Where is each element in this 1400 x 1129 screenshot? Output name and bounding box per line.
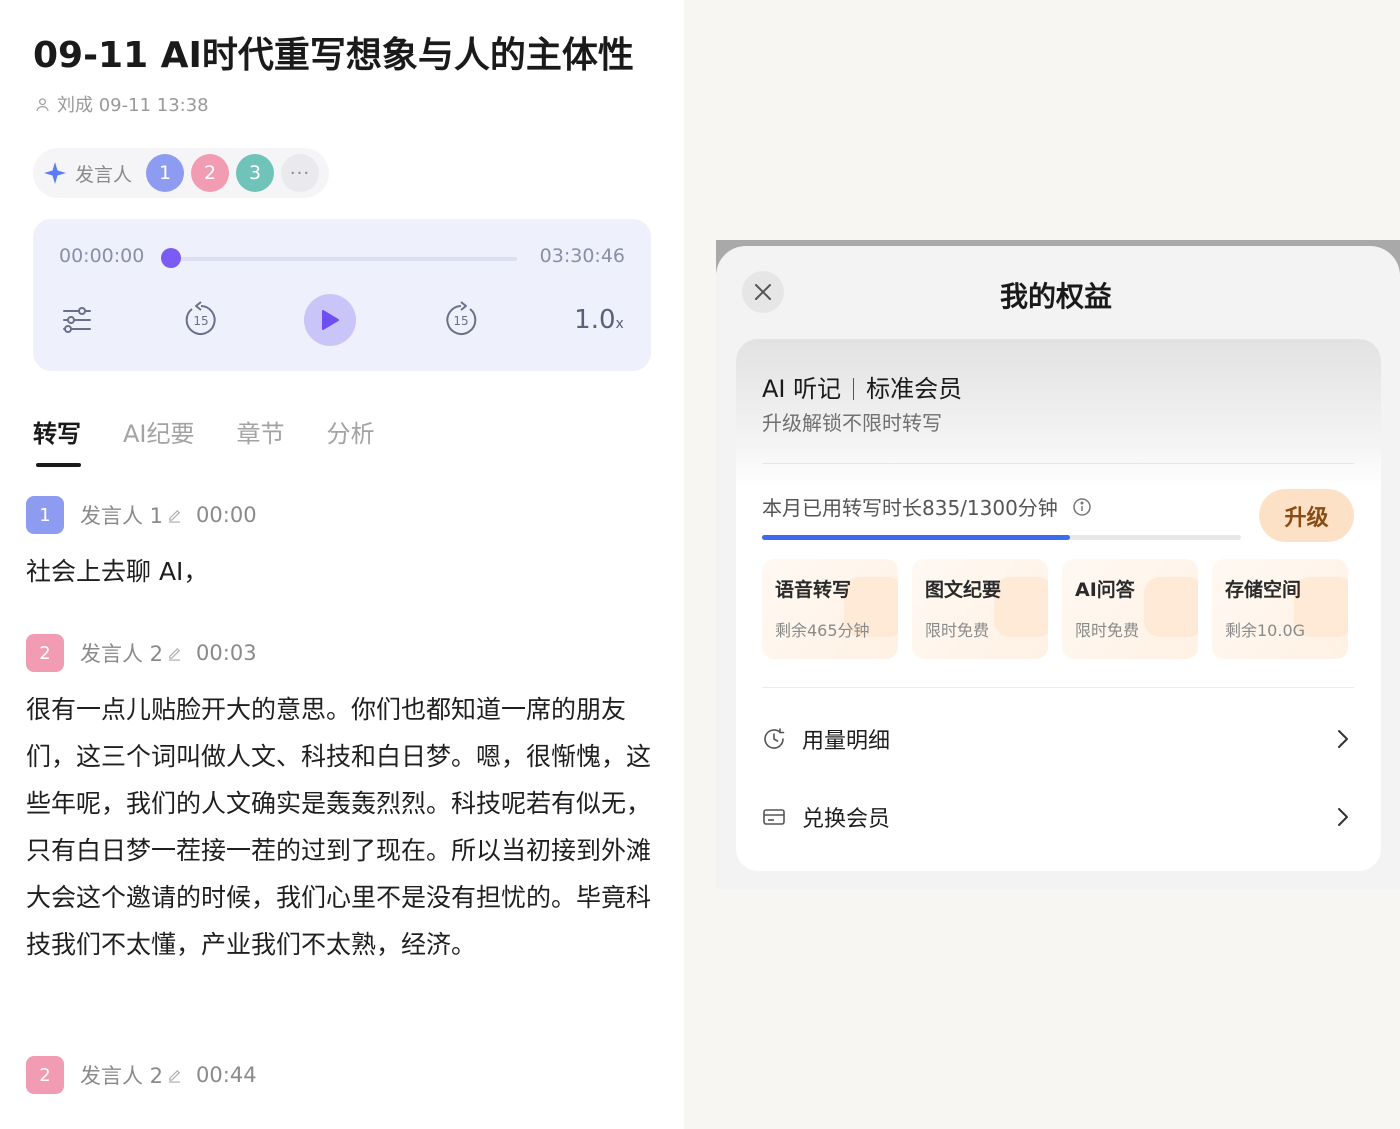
note-author-time: 刘成 09-11 13:38 [57, 95, 209, 116]
usage-progress-fill [762, 535, 1070, 540]
segment-timestamp[interactable]: 00:00 [196, 503, 257, 527]
membership-card: AI 听记 标准会员 升级解锁不限时转写 本月已用转写时长835/1300分钟 升… [736, 339, 1381, 871]
chat-icon [1144, 577, 1198, 637]
feature-quota: 剩余465分钟 [775, 621, 870, 640]
clock-history-icon [764, 728, 785, 749]
speaker-badge: 1 [26, 496, 64, 534]
close-button[interactable] [742, 271, 784, 313]
speaker-filter-bar[interactable]: 发言人 1 2 3 ··· [33, 148, 329, 198]
segment-text: 社会上去聊 AI， [26, 557, 209, 586]
feature-name: 语音转写 [775, 579, 852, 601]
progress-track[interactable] [171, 257, 517, 261]
transcript-segment: 2 发言人 2 00:03 很有一点儿贴脸开大的意思。你们也都知道一席的朋友们，… [26, 634, 658, 968]
speed-value: 1.0 [574, 305, 616, 335]
svg-text:15: 15 [193, 314, 208, 328]
playback-speed-button[interactable]: 1.0x [571, 293, 627, 347]
svg-text:15: 15 [453, 314, 468, 328]
row-label: 用量明细 [802, 729, 891, 754]
tab-analysis[interactable]: 分析 [327, 414, 375, 449]
speaker-avatar-2[interactable]: 2 [191, 154, 230, 192]
info-icon[interactable] [1072, 497, 1092, 517]
usage-summary: 本月已用转写时长835/1300分钟 [762, 492, 1092, 521]
usage-progress-bar [762, 535, 1241, 540]
feature-speech-transcription[interactable]: 语音转写 剩余465分钟 [762, 559, 898, 659]
edit-icon[interactable] [167, 646, 182, 661]
divider [762, 687, 1354, 688]
speaker-badge: 2 [26, 1056, 64, 1094]
upgrade-button[interactable]: 升级 [1259, 489, 1354, 542]
tab-chapters[interactable]: 章节 [237, 414, 285, 449]
transcript-segment: 2 发言人 2 00:44 [26, 1056, 658, 1108]
usage-text: 本月已用转写时长835/1300分钟 [762, 496, 1058, 520]
play-button[interactable] [304, 293, 356, 347]
plan-subtitle: 升级解锁不限时转写 [762, 411, 942, 435]
tab-transcript[interactable]: 转写 [33, 414, 81, 449]
chevron-right-icon [1338, 730, 1348, 748]
sparkle-icon [44, 162, 66, 184]
segment-timestamp[interactable]: 00:44 [196, 1063, 257, 1087]
segment-timestamp[interactable]: 00:03 [196, 641, 257, 665]
settings-button[interactable] [59, 293, 95, 347]
card-icon [763, 809, 785, 825]
active-tab-indicator [36, 463, 81, 467]
speaker-name[interactable]: 发言人 2 [80, 638, 163, 668]
feature-summary[interactable]: 图文纪要 限时免费 [912, 559, 1048, 659]
forward-15-icon: 15 [446, 301, 477, 335]
sheet-title: 我的权益 [1000, 280, 1113, 313]
divider [762, 463, 1354, 464]
chevron-right-icon [1338, 808, 1348, 826]
segment-text: 很有一点儿贴脸开大的意思。你们也都知道一席的朋友们，这三个词叫做人文、科技和白日… [26, 695, 652, 959]
speaker-avatar-1[interactable]: 1 [146, 154, 185, 192]
feature-quota: 剩余10.0G [1225, 621, 1306, 640]
forward-15-button[interactable]: 15 [441, 293, 481, 347]
total-time: 03:30:46 [539, 245, 625, 267]
plan-tier: 标准会员 [866, 375, 963, 403]
speaker-avatar-3[interactable]: 3 [236, 154, 275, 192]
row-label: 兑换会员 [802, 807, 891, 832]
content-tabs: 转写 AI纪要 章节 分析 [33, 414, 375, 449]
edit-icon[interactable] [167, 1068, 182, 1083]
feature-name: 图文纪要 [925, 579, 1002, 601]
speaker-name[interactable]: 发言人 1 [80, 500, 163, 530]
more-speakers-button[interactable]: ··· [281, 154, 320, 192]
usage-details-row[interactable]: 用量明细 [762, 719, 1354, 759]
speaker-filter-label: 发言人 [75, 163, 133, 186]
note-meta: 刘成 09-11 13:38 [34, 91, 209, 117]
tab-ai-summary[interactable]: AI纪要 [123, 414, 195, 449]
plan-name: AI 听记 标准会员 [762, 369, 962, 404]
feature-quota: 限时免费 [925, 621, 990, 640]
speed-unit: x [615, 316, 624, 332]
redeem-membership-row[interactable]: 兑换会员 [762, 797, 1354, 837]
feature-storage[interactable]: 存储空间 剩余10.0G [1212, 559, 1348, 659]
speaker-name[interactable]: 发言人 2 [80, 1060, 163, 1090]
note-detail-panel: 09-11 AI时代重写想象与人的主体性 刘成 09-11 13:38 发言人 … [0, 0, 684, 1129]
user-icon [36, 97, 49, 111]
feature-name: 存储空间 [1225, 579, 1302, 601]
transcript-segment: 1 发言人 1 00:00 社会上去聊 AI， [26, 496, 658, 595]
play-icon [322, 310, 339, 330]
rewind-15-icon: 15 [185, 301, 216, 335]
rewind-15-button[interactable]: 15 [181, 293, 221, 347]
current-time: 00:00:00 [59, 245, 145, 267]
close-icon [755, 284, 771, 300]
speaker-badge: 2 [26, 634, 64, 672]
audio-player: 00:00:00 03:30:46 15 15 1.0x [33, 219, 651, 371]
edit-icon[interactable] [167, 508, 182, 523]
plan-product: AI 听记 [762, 375, 842, 403]
feature-name: AI问答 [1075, 579, 1135, 601]
sliders-icon [63, 307, 91, 333]
progress-knob[interactable] [161, 248, 181, 268]
note-title: 09-11 AI时代重写想象与人的主体性 [33, 35, 634, 76]
document-icon [994, 577, 1048, 637]
feature-ai-qa[interactable]: AI问答 限时免费 [1062, 559, 1198, 659]
plan-divider [853, 378, 855, 400]
feature-quota: 限时免费 [1075, 621, 1140, 640]
